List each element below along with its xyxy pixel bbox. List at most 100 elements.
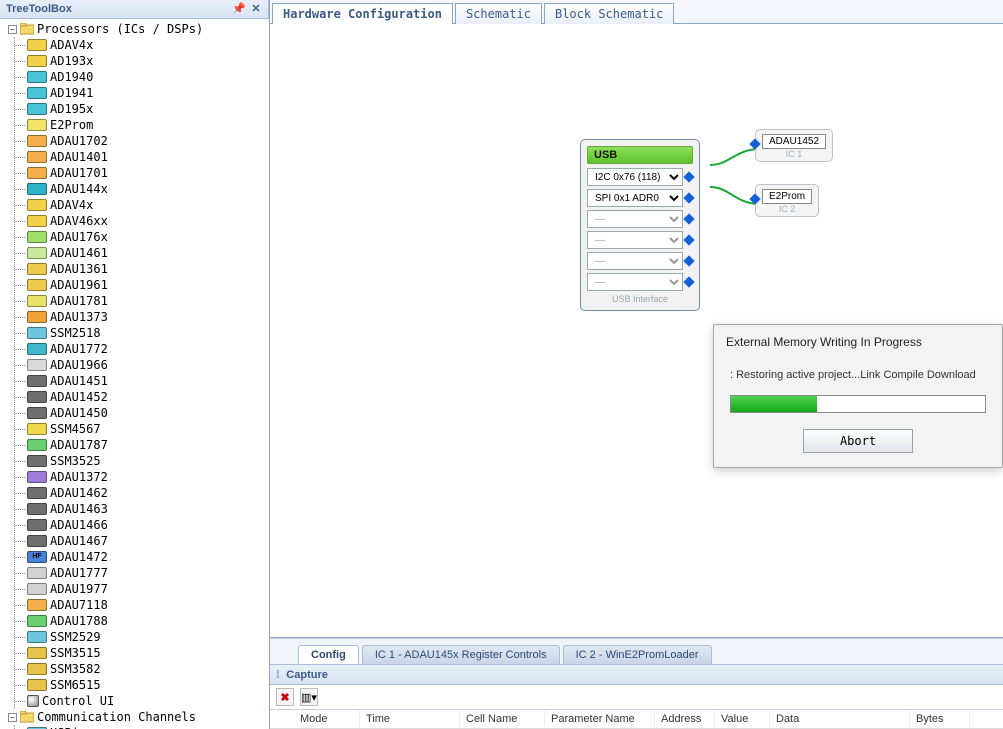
- progress-dialog: External Memory Writing In Progress : Re…: [713, 324, 1003, 468]
- top-tab[interactable]: Block Schematic: [544, 3, 674, 24]
- capture-column-header[interactable]: Bytes: [910, 710, 970, 728]
- capture-column-header[interactable]: Data: [770, 710, 910, 728]
- dialog-title: External Memory Writing In Progress: [714, 325, 1002, 355]
- tree-view[interactable]: −Processors (ICs / DSPs)ADAV4xAD193xAD19…: [0, 19, 269, 729]
- tree-item[interactable]: Control UI: [15, 693, 269, 709]
- close-icon[interactable]: ✕: [250, 3, 262, 15]
- tree-item[interactable]: SSM2529: [15, 629, 269, 645]
- tree-item[interactable]: SSM4567: [15, 421, 269, 437]
- tree-item[interactable]: ADAU1961: [15, 277, 269, 293]
- bottom-tab[interactable]: IC 1 - ADAU145x Register Controls: [362, 645, 560, 664]
- tree-item[interactable]: ADAU176x: [15, 229, 269, 245]
- tree-item[interactable]: ADAU1373: [15, 309, 269, 325]
- tree-item[interactable]: HFADAU1472: [15, 549, 269, 565]
- hardware-canvas[interactable]: USB I2C 0x76 (118)SPI 0x1 ADR0———— USB I…: [270, 24, 1003, 638]
- tree-item-label: ADAU1777: [50, 565, 108, 581]
- tree-item[interactable]: USBi: [15, 725, 269, 729]
- tree-item[interactable]: SSM3515: [15, 645, 269, 661]
- chip-icon: [27, 583, 47, 595]
- tree-item[interactable]: ADAV4x: [15, 197, 269, 213]
- tree-item[interactable]: ADAU1372: [15, 469, 269, 485]
- capture-column-header[interactable]: Mode: [270, 710, 360, 728]
- tree-item[interactable]: ADAU1777: [15, 565, 269, 581]
- tree-group[interactable]: −Communication Channels: [4, 709, 269, 725]
- ic2-sublabel: IC 2: [762, 204, 812, 214]
- abort-button[interactable]: Abort: [803, 429, 913, 453]
- tree-item-label: SSM2518: [50, 325, 101, 341]
- bottom-tab[interactable]: IC 2 - WinE2PromLoader: [563, 645, 712, 664]
- chip-icon: [27, 647, 47, 659]
- ic2-block[interactable]: E2Prom IC 2: [755, 184, 819, 217]
- chip-icon: [27, 391, 47, 403]
- chip-icon: [27, 87, 47, 99]
- tree-item[interactable]: ADAU1701: [15, 165, 269, 181]
- tree-item[interactable]: ADAU1462: [15, 485, 269, 501]
- tree-item[interactable]: SSM6515: [15, 677, 269, 693]
- tree-panel: TreeToolBox 📌 ✕ −Processors (ICs / DSPs)…: [0, 0, 270, 729]
- capture-column-header[interactable]: Time: [360, 710, 460, 728]
- tree-item[interactable]: ADAU1787: [15, 437, 269, 453]
- tree-item[interactable]: AD1940: [15, 69, 269, 85]
- tree-item[interactable]: ADAV46xx: [15, 213, 269, 229]
- tree-item[interactable]: ADAU1467: [15, 533, 269, 549]
- tree-item[interactable]: ADAU1781: [15, 293, 269, 309]
- tree-group[interactable]: −Processors (ICs / DSPs): [4, 21, 269, 37]
- chip-icon: [27, 263, 47, 275]
- tree-item[interactable]: AD195x: [15, 101, 269, 117]
- tree-item[interactable]: ADAU1702: [15, 133, 269, 149]
- tree-item[interactable]: ADAU1772: [15, 341, 269, 357]
- tree-item[interactable]: ADAU7118: [15, 597, 269, 613]
- ic1-sublabel: IC 1: [762, 149, 826, 159]
- tree-item[interactable]: ADAU1452: [15, 389, 269, 405]
- capture-column-header[interactable]: Address: [655, 710, 715, 728]
- tree-item-label: ADAU1361: [50, 261, 108, 277]
- tree-item-label: ADAU7118: [50, 597, 108, 613]
- chip-icon: [27, 279, 47, 291]
- tree-item-label: ADAU1452: [50, 389, 108, 405]
- chip-icon: [27, 439, 47, 451]
- expander-icon[interactable]: −: [8, 25, 17, 34]
- chip-icon: [27, 663, 47, 675]
- tree-item[interactable]: ADAU1361: [15, 261, 269, 277]
- tree-item[interactable]: ADAU1461: [15, 245, 269, 261]
- tree-item-label: AD193x: [50, 53, 93, 69]
- tree-item[interactable]: AD193x: [15, 53, 269, 69]
- chip-icon: [27, 503, 47, 515]
- tree-item[interactable]: ADAU1966: [15, 357, 269, 373]
- capture-columns-button[interactable]: ▥▾: [300, 688, 318, 706]
- capture-column-header[interactable]: Cell Name: [460, 710, 545, 728]
- chip-icon: [27, 151, 47, 163]
- tree-item[interactable]: ADAU144x: [15, 181, 269, 197]
- top-tab[interactable]: Hardware Configuration: [272, 3, 453, 24]
- capture-column-header[interactable]: Parameter Name: [545, 710, 655, 728]
- tree-item[interactable]: SSM3525: [15, 453, 269, 469]
- pin-icon[interactable]: 📌: [232, 3, 244, 15]
- tree-item[interactable]: ADAU1463: [15, 501, 269, 517]
- capture-clear-button[interactable]: ✖: [276, 688, 294, 706]
- tree-item[interactable]: SSM2518: [15, 325, 269, 341]
- top-tab-bar: Hardware ConfigurationSchematicBlock Sch…: [270, 0, 1003, 24]
- tree-item[interactable]: SSM3582: [15, 661, 269, 677]
- tree-item[interactable]: ADAU1450: [15, 405, 269, 421]
- ic1-block[interactable]: ADAU1452 IC 1: [755, 129, 833, 162]
- tree-item[interactable]: AD1941: [15, 85, 269, 101]
- tree-item[interactable]: E2Prom: [15, 117, 269, 133]
- capture-column-header[interactable]: Value: [715, 710, 770, 728]
- tree-item[interactable]: ADAU1451: [15, 373, 269, 389]
- chip-icon: [27, 631, 47, 643]
- tree-item-label: ADAU1463: [50, 501, 108, 517]
- tree-item-label: ADAU1472: [50, 549, 108, 565]
- tree-item-label: E2Prom: [50, 117, 93, 133]
- top-tab[interactable]: Schematic: [455, 3, 542, 24]
- tree-item[interactable]: ADAU1977: [15, 581, 269, 597]
- tree-item[interactable]: ADAU1466: [15, 517, 269, 533]
- expander-icon[interactable]: −: [8, 713, 17, 722]
- bottom-tab-bar: ConfigIC 1 - ADAU145x Register ControlsI…: [270, 638, 1003, 664]
- chip-icon: [27, 119, 47, 131]
- chip-icon: [27, 183, 47, 195]
- tree-item[interactable]: ADAU1788: [15, 613, 269, 629]
- bottom-tab[interactable]: Config: [298, 645, 359, 664]
- tree-item[interactable]: ADAU1401: [15, 149, 269, 165]
- tree-item-label: ADAV4x: [50, 37, 93, 53]
- tree-item[interactable]: ADAV4x: [15, 37, 269, 53]
